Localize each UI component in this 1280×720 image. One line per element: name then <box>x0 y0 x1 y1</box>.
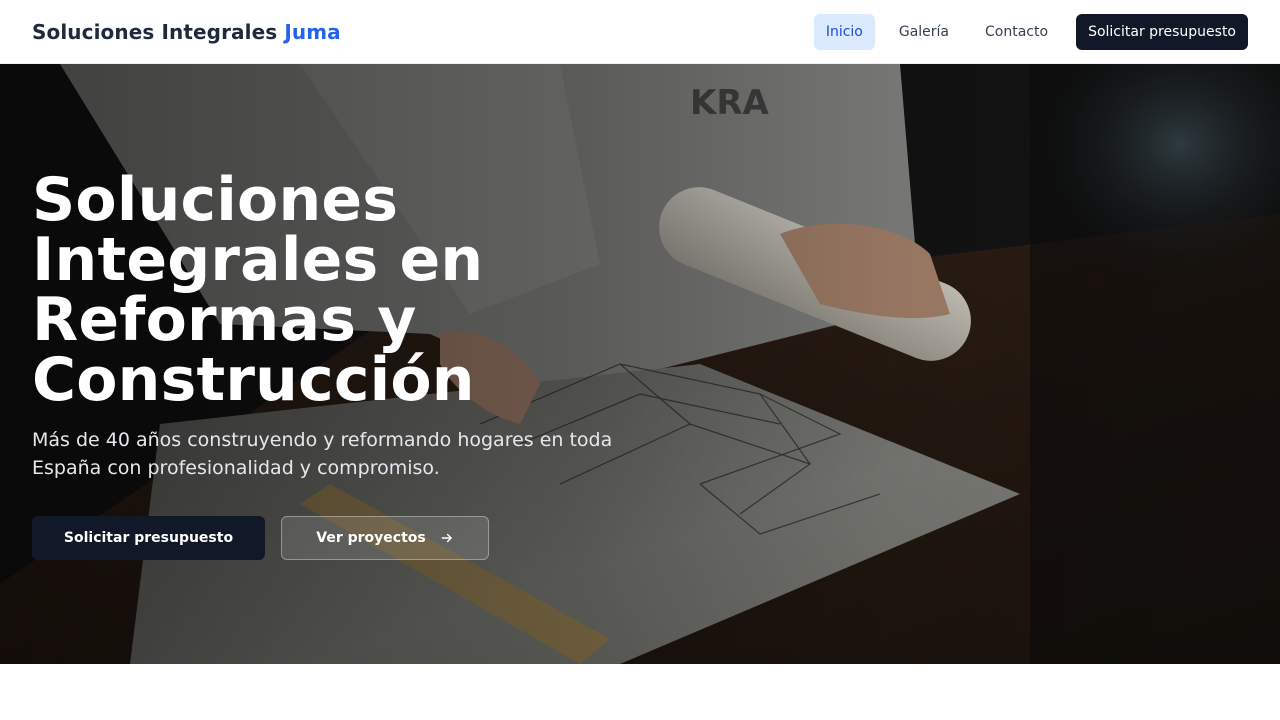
request-quote-label: Solicitar presupuesto <box>63 530 234 546</box>
hero-title-line: Soluciones <box>32 165 399 235</box>
hero-content: Soluciones Integrales en Reformas y Cons… <box>32 170 652 560</box>
top-navbar: Soluciones Integrales Juma Inicio Galerí… <box>0 0 1280 64</box>
view-projects-button[interactable]: Ver proyectos <box>281 516 489 560</box>
hero-subtitle: Más de 40 años construyendo y reformando… <box>32 429 613 479</box>
nav-request-quote-button[interactable]: Solicitar presupuesto <box>1076 13 1248 50</box>
arrow-right-icon <box>441 533 452 543</box>
brand-name: Soluciones Integrales <box>32 19 278 44</box>
nav-link-inicio[interactable]: Inicio <box>813 13 875 50</box>
nav-link-galeria[interactable]: Galería <box>887 14 961 50</box>
hero-section: KRA Soluciones Integrales en Reformas y … <box>0 64 1280 664</box>
hero-title-line: Integrales en <box>32 225 484 295</box>
hero-title-line: Construcción <box>32 345 475 415</box>
request-quote-button[interactable]: Solicitar presupuesto <box>32 516 265 560</box>
nav-link-contacto[interactable]: Contacto <box>973 14 1060 50</box>
brand-accent: Juma <box>284 19 341 44</box>
view-projects-label: Ver proyectos <box>316 530 426 546</box>
hero-title: Soluciones Integrales en Reformas y Cons… <box>32 170 652 410</box>
hero-title-line: Reformas y <box>32 285 417 355</box>
brand-logo[interactable]: Soluciones Integrales Juma <box>32 20 341 44</box>
nav-links: Inicio Galería Contacto Solicitar presup… <box>813 13 1248 50</box>
hero-actions: Solicitar presupuesto Ver proyectos <box>32 516 652 560</box>
